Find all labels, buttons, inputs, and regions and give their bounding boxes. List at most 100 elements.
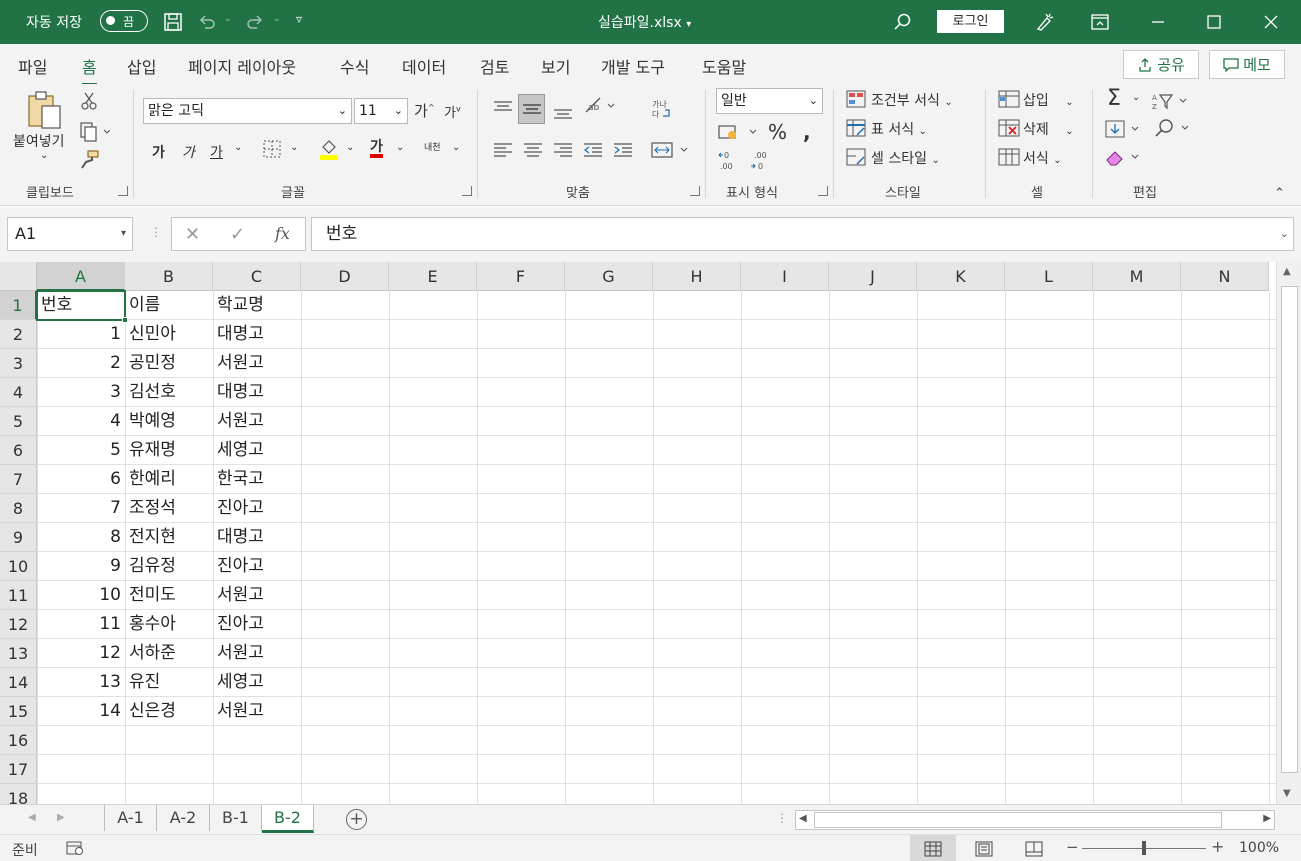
fill-handle[interactable] <box>122 317 128 323</box>
fill-icon[interactable] <box>1105 120 1145 142</box>
zoom-out-icon[interactable]: − <box>1066 838 1079 856</box>
next-sheet-icon[interactable]: ▶ <box>57 812 65 823</box>
scroll-up-icon[interactable]: ▲ <box>1283 266 1291 277</box>
underline-dropdown-icon[interactable]: ⌄ <box>234 142 242 153</box>
scroll-left-icon[interactable]: ◀ <box>799 813 807 824</box>
save-icon[interactable] <box>163 12 183 32</box>
minimize-button[interactable] <box>1135 0 1181 44</box>
font-color-dropdown-icon[interactable]: ⌄ <box>396 142 404 153</box>
align-left-icon[interactable] <box>493 140 513 164</box>
row-header[interactable]: 7 <box>0 465 37 494</box>
sheet-tab[interactable]: A-1 <box>104 805 157 831</box>
table-cell[interactable]: 이름 <box>125 291 213 320</box>
redo-icon[interactable] <box>245 12 265 32</box>
align-bottom-icon[interactable] <box>553 102 573 126</box>
horizontal-scroll-thumb[interactable] <box>814 812 1222 828</box>
decrease-indent-icon[interactable] <box>583 140 603 164</box>
align-middle-icon[interactable] <box>518 94 545 124</box>
tab-formulas[interactable]: 수식 <box>340 54 369 78</box>
table-cell[interactable]: 1 <box>37 320 125 349</box>
file-name[interactable]: 실습파일.xlsx ▾ <box>598 12 691 32</box>
table-cell[interactable]: 세영고 <box>213 436 301 465</box>
percent-style-icon[interactable]: % <box>768 120 787 144</box>
table-cell[interactable]: 진아고 <box>213 552 301 581</box>
format-painter-icon[interactable] <box>80 150 100 174</box>
table-cell[interactable]: 한국고 <box>213 465 301 494</box>
row-header[interactable]: 6 <box>0 436 37 465</box>
normal-view-button[interactable] <box>910 835 956 861</box>
tab-home[interactable]: 홈 <box>82 54 97 86</box>
insert-function-icon[interactable]: fx <box>275 224 290 243</box>
table-cell[interactable]: 조정석 <box>125 494 213 523</box>
table-cell[interactable]: 서원고 <box>213 639 301 668</box>
paste-dropdown-icon[interactable]: ⌄ <box>40 150 48 161</box>
row-header[interactable]: 10 <box>0 552 37 581</box>
table-cell[interactable]: 11 <box>37 610 125 639</box>
page-break-view-button[interactable] <box>1011 835 1057 861</box>
memo-button[interactable]: 메모 <box>1209 50 1285 79</box>
scroll-down-icon[interactable]: ▼ <box>1283 788 1291 799</box>
table-cell[interactable]: 서원고 <box>213 581 301 610</box>
format-as-table-button[interactable]: 표 서식 ⌄ <box>871 119 927 139</box>
decrease-font-size-icon[interactable]: 가v <box>444 102 461 121</box>
clipboard-launcher-icon[interactable] <box>118 186 128 196</box>
column-header[interactable]: G <box>565 262 653 291</box>
table-cell[interactable]: 한예리 <box>125 465 213 494</box>
format-cells-icon[interactable] <box>998 148 1020 170</box>
clear-icon[interactable] <box>1105 148 1145 170</box>
table-cell[interactable]: 서원고 <box>213 697 301 726</box>
table-cell[interactable]: 김유정 <box>125 552 213 581</box>
vertical-scrollbar[interactable]: ▲ ▼ <box>1276 262 1301 804</box>
row-header[interactable]: 18 <box>0 784 37 804</box>
cell-styles-button[interactable]: 셀 스타일 ⌄ <box>871 148 940 168</box>
row-header[interactable]: 14 <box>0 668 37 697</box>
table-cell[interactable]: 13 <box>37 668 125 697</box>
expand-formula-bar-icon[interactable]: ⌄ <box>1280 218 1289 250</box>
tab-page-layout[interactable]: 페이지 레이아웃 <box>188 54 296 78</box>
column-header[interactable]: F <box>477 262 565 291</box>
column-header[interactable]: H <box>653 262 741 291</box>
search-icon[interactable] <box>893 12 913 32</box>
column-header[interactable]: K <box>917 262 1005 291</box>
row-header[interactable]: 13 <box>0 639 37 668</box>
accessibility-icon[interactable] <box>66 840 84 860</box>
insert-cells-button[interactable]: 삽입 ⌄ <box>1023 90 1074 110</box>
insert-cells-icon[interactable] <box>998 90 1020 112</box>
login-button[interactable]: 로그인 <box>937 10 1004 33</box>
column-header[interactable]: J <box>829 262 917 291</box>
table-cell[interactable]: 진아고 <box>213 494 301 523</box>
underline-button[interactable]: 가 <box>210 142 223 162</box>
column-header[interactable]: D <box>301 262 389 291</box>
column-header[interactable]: I <box>741 262 829 291</box>
sort-filter-icon[interactable]: AZ <box>1152 92 1192 114</box>
number-launcher-icon[interactable] <box>818 186 828 196</box>
cell-area[interactable]: 번호 이름 학교명 1 신민아 대명고 2 공민정 서원고 3 김선호 대명고 4 박예영 서원고 5 유재명 세… <box>37 291 1276 804</box>
conditional-format-button[interactable]: 조건부 서식 ⌄ <box>871 90 953 110</box>
table-cell[interactable]: 학교명 <box>213 291 301 320</box>
phonetic-dropdown-icon[interactable]: ⌄ <box>452 142 460 153</box>
column-header[interactable]: M <box>1093 262 1181 291</box>
coauthor-pen-icon[interactable] <box>1034 12 1054 32</box>
align-right-icon[interactable] <box>553 140 573 164</box>
formula-input[interactable]: 번호 ⌄ <box>311 217 1294 251</box>
tab-developer[interactable]: 개발 도구 <box>601 54 665 78</box>
fill-color-icon[interactable] <box>319 138 339 164</box>
table-cell[interactable]: 3 <box>37 378 125 407</box>
tab-data[interactable]: 데이터 <box>402 54 446 78</box>
delete-cells-icon[interactable] <box>998 119 1020 141</box>
table-cell[interactable]: 6 <box>37 465 125 494</box>
row-header[interactable]: 9 <box>0 523 37 552</box>
page-layout-view-button[interactable] <box>961 835 1007 861</box>
table-cell[interactable]: 전미도 <box>125 581 213 610</box>
row-header[interactable]: 15 <box>0 697 37 726</box>
row-header[interactable]: 2 <box>0 320 37 349</box>
scroll-right-icon[interactable]: ▶ <box>1263 813 1271 824</box>
zoom-level[interactable]: 100% <box>1239 840 1279 856</box>
table-cell[interactable]: 서원고 <box>213 407 301 436</box>
table-cell[interactable]: 7 <box>37 494 125 523</box>
autosave-toggle[interactable]: 끔 <box>100 10 148 32</box>
table-cell[interactable]: 홍수아 <box>125 610 213 639</box>
table-cell[interactable]: 8 <box>37 523 125 552</box>
alignment-launcher-icon[interactable] <box>690 186 700 196</box>
vertical-scroll-thumb[interactable] <box>1281 286 1298 773</box>
